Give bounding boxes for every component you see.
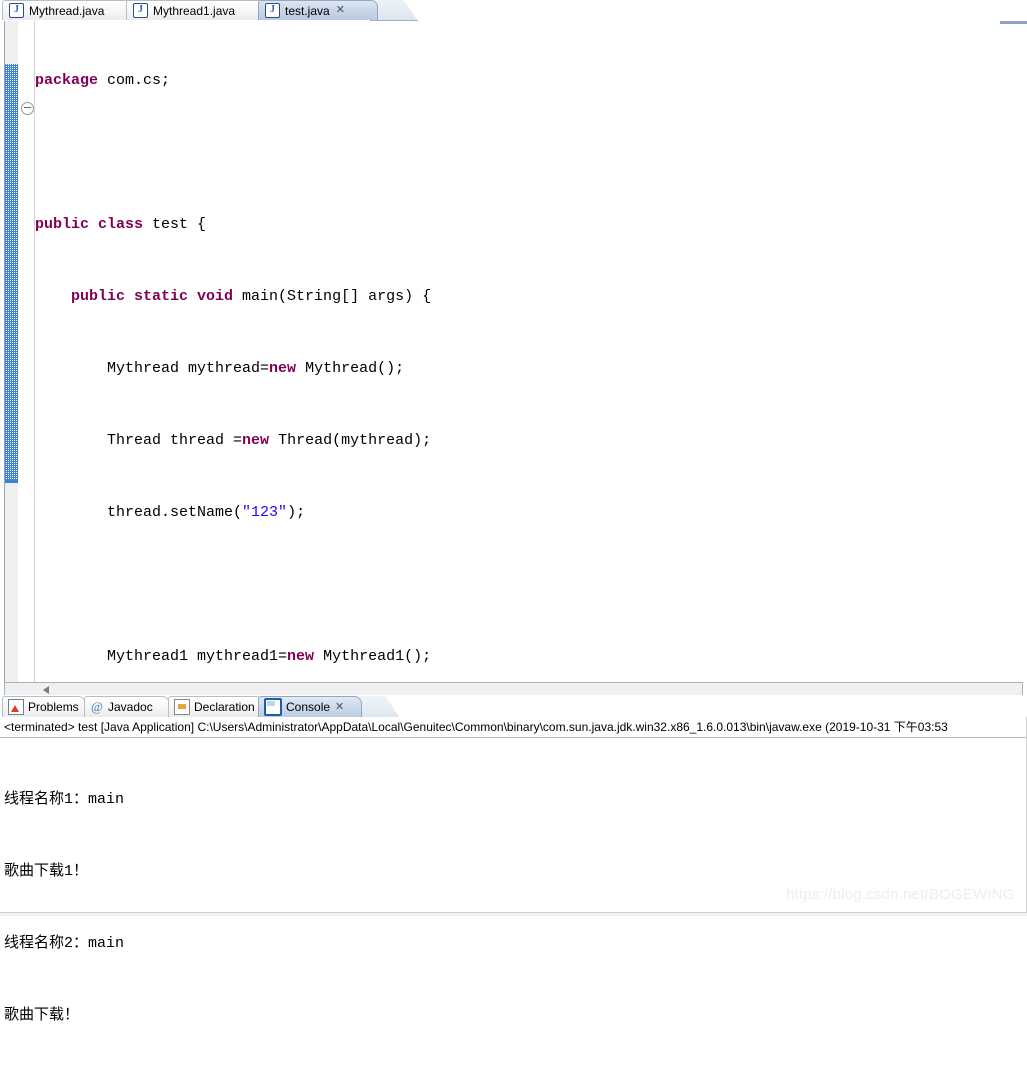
javadoc-at-icon: @ — [91, 699, 103, 714]
editor-scroll-top-marker — [1000, 21, 1027, 24]
code-line: public static void main(String[] args) { — [71, 288, 432, 305]
editor-tab-label: test.java — [285, 3, 330, 18]
marker-bar-cursor-indicator — [5, 480, 18, 483]
tab-console[interactable]: Console ✕ — [258, 696, 362, 717]
declaration-icon — [174, 699, 190, 715]
marker-bar-occurrence-highlight — [5, 64, 18, 480]
window-bottom-edge — [0, 912, 1027, 916]
code-text-area[interactable]: package com.cs; public class test { publ… — [35, 21, 1027, 682]
editor-tab-label: Mythread1.java — [153, 3, 236, 18]
close-icon[interactable]: ✕ — [336, 5, 345, 16]
java-file-icon: J — [9, 3, 24, 18]
editor-tab-mythread1-java[interactable]: J Mythread1.java — [126, 0, 266, 20]
code-line: public class test { — [35, 216, 207, 233]
tab-label: Javadoc — [108, 700, 153, 714]
editor-folding-column[interactable] — [18, 21, 35, 682]
code-line: Mythread1 mythread1=new Mythread1(); — [35, 648, 432, 665]
code-line: Mythread mythread=new Mythread(); — [35, 360, 405, 377]
editor-tab-mythread-java[interactable]: J Mythread.java — [2, 0, 134, 20]
collapse-minus-icon[interactable] — [21, 102, 34, 115]
console-monitor-icon — [264, 698, 282, 716]
console-line: 歌曲下载1！ — [4, 863, 89, 880]
bottom-tab-bar: Problems @ Javadoc Declaration Console ✕ — [0, 695, 1027, 718]
tab-label: Problems — [28, 700, 79, 714]
watermark-text: https://blog.csdn.net/BOGEWING — [786, 886, 1015, 903]
java-file-icon: J — [265, 3, 280, 18]
tab-javadoc[interactable]: @ Javadoc — [84, 696, 170, 717]
console-line: 线程名称1：main — [4, 791, 125, 808]
java-file-icon: J — [133, 3, 148, 18]
problems-icon — [8, 699, 24, 715]
console-line: 线程名称2：main — [4, 935, 125, 952]
code-line: thread.setName("123"); — [35, 504, 306, 521]
console-output-text[interactable]: 线程名称1：main 歌曲下载1！ 线程名称2：main 歌曲下载！ — [0, 740, 1010, 1024]
tab-problems[interactable]: Problems — [2, 696, 86, 717]
code-line: Thread thread =new Thread(mythread); — [35, 432, 432, 449]
console-process-header: <terminated> test [Java Application] C:\… — [0, 717, 1027, 738]
console-line: 歌曲下载！ — [4, 1007, 80, 1024]
tab-declaration[interactable]: Declaration — [168, 696, 264, 717]
editor-tab-label: Mythread.java — [29, 3, 105, 18]
tab-label: Declaration — [194, 700, 255, 714]
bottom-view-panel: Problems @ Javadoc Declaration Console ✕… — [0, 695, 1027, 1024]
code-editor[interactable]: package com.cs; public class test { publ… — [0, 21, 1027, 698]
tab-label: Console — [286, 700, 331, 714]
scroll-left-arrow-icon[interactable] — [43, 686, 49, 694]
editor-tab-bar: J Mythread.java J Mythread1.java J test.… — [0, 0, 1027, 22]
close-icon[interactable]: ✕ — [335, 701, 344, 713]
editor-marker-bar[interactable] — [4, 21, 19, 682]
editor-tab-test-java[interactable]: J test.java ✕ — [258, 0, 378, 20]
code-line: package com.cs; — [35, 72, 171, 89]
